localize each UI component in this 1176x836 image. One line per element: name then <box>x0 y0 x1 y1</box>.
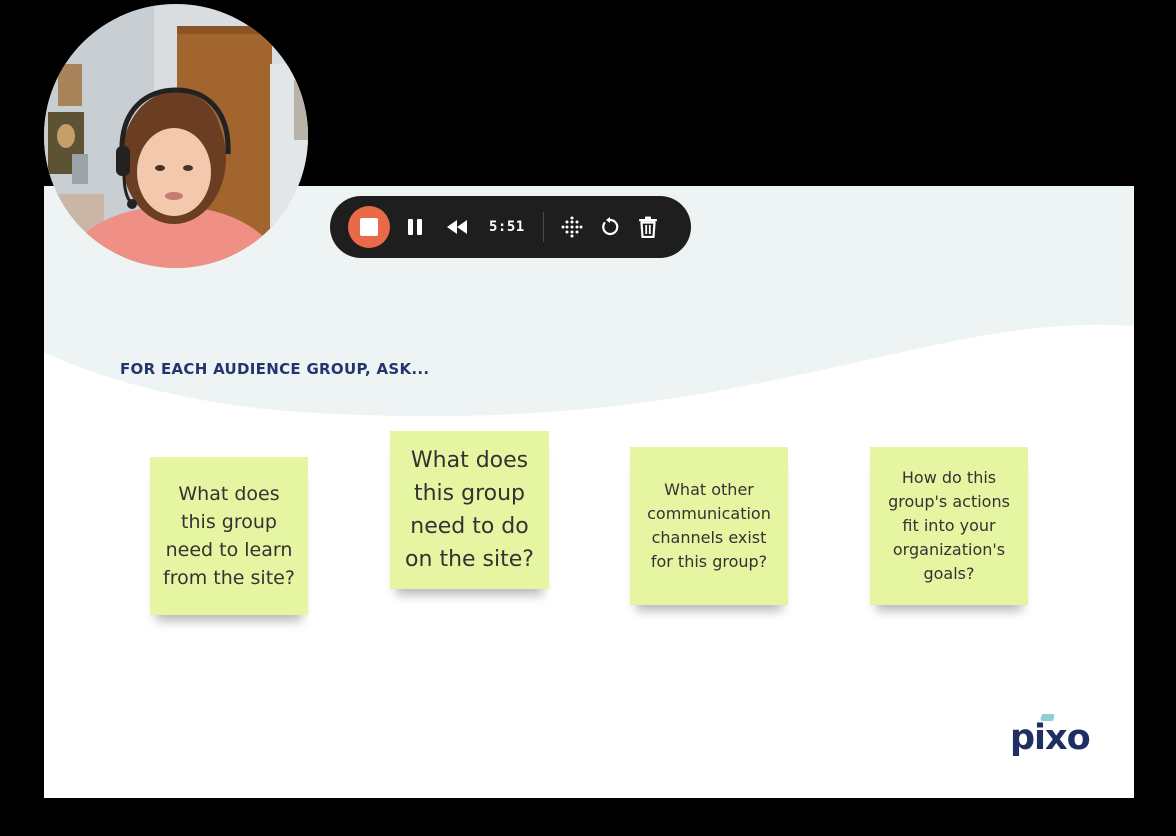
restart-button[interactable] <box>598 215 622 239</box>
rewind-button[interactable] <box>445 215 469 239</box>
sticky-note-learn: What does this group need to learn from … <box>150 457 308 615</box>
pause-button[interactable] <box>403 215 427 239</box>
sticky-note-do: What does this group need to do on the s… <box>390 431 549 589</box>
drawing-tools-button[interactable] <box>560 215 584 239</box>
delete-recording-button[interactable] <box>636 215 660 239</box>
dot-grid-icon <box>561 216 583 238</box>
sticky-note-text: How do this group's actions fit into you… <box>888 468 1010 583</box>
toolbar-divider <box>542 212 544 242</box>
sticky-note-goals: How do this group's actions fit into you… <box>870 447 1028 605</box>
recording-toolbar: 5:51 <box>330 196 691 258</box>
webcam-video-feed <box>44 4 308 268</box>
screen: FOR EACH AUDIENCE GROUP, ASK... What doe… <box>0 0 1176 836</box>
rewind-icon <box>447 220 467 234</box>
sticky-note-channels: What other communication channels exist … <box>630 447 788 605</box>
logo-text: pixo <box>1010 718 1091 758</box>
pause-icon <box>408 219 422 235</box>
stop-recording-button[interactable] <box>348 206 390 248</box>
slide-heading: FOR EACH AUDIENCE GROUP, ASK... <box>120 360 430 378</box>
trash-icon <box>638 216 657 238</box>
sticky-note-text: What does this group need to do on the s… <box>405 448 534 572</box>
sticky-note-text: What other communication channels exist … <box>647 480 771 571</box>
presentation-slide: FOR EACH AUDIENCE GROUP, ASK... What doe… <box>44 186 1134 798</box>
sticky-note-text: What does this group need to learn from … <box>163 483 295 589</box>
stop-icon <box>360 218 378 236</box>
restart-icon <box>601 217 619 236</box>
pixo-logo: pixo <box>1010 714 1106 766</box>
recording-timer: 5:51 <box>489 219 525 235</box>
logo-accent-mark <box>1040 714 1055 721</box>
webcam-bubble[interactable] <box>44 4 308 268</box>
